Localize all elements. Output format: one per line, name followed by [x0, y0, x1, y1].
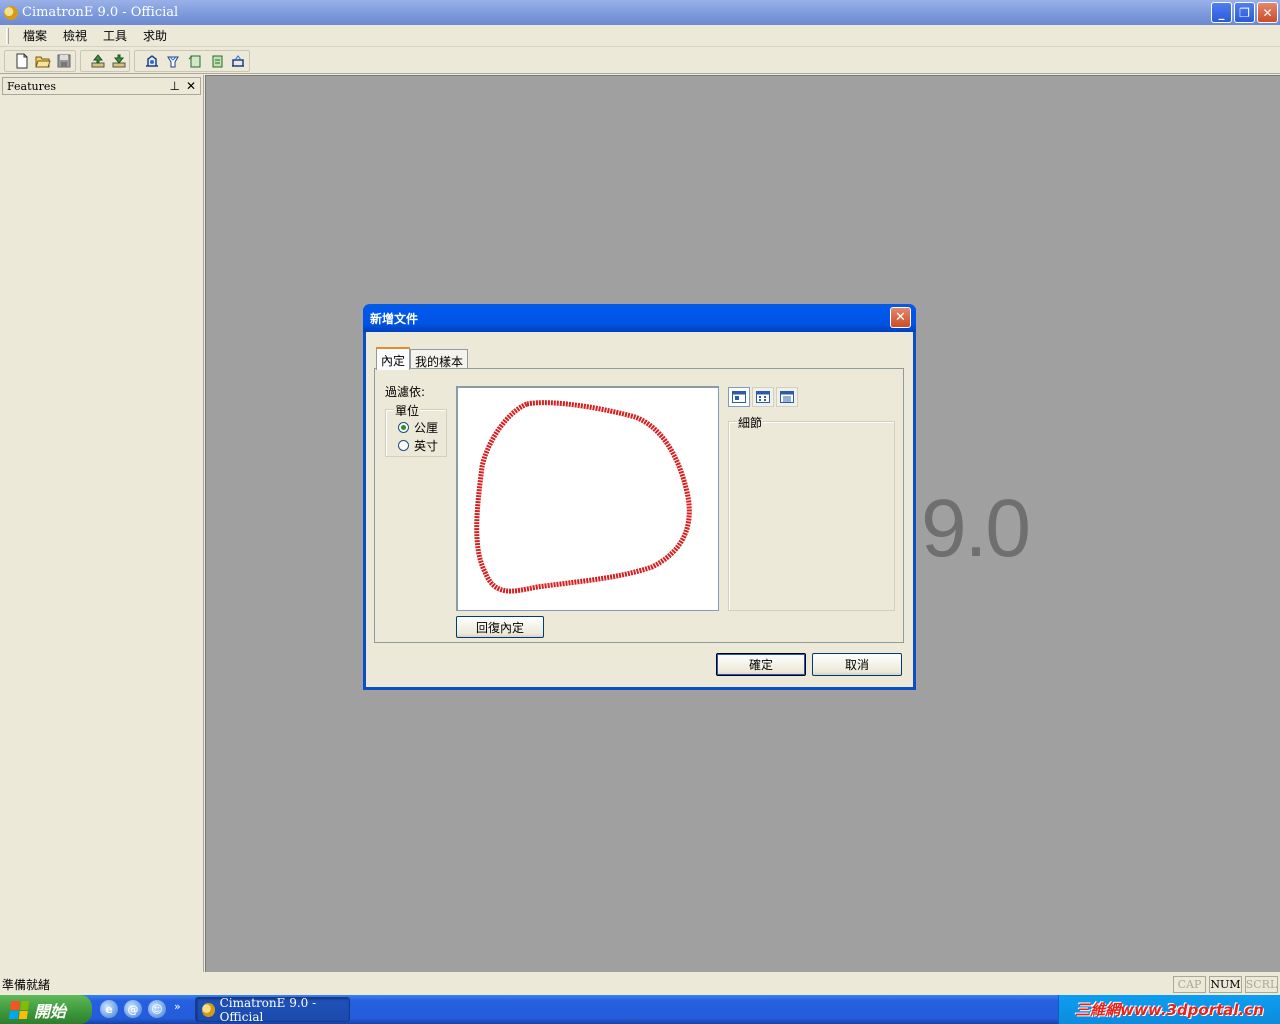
menu-help[interactable]: 求助	[135, 25, 175, 46]
assembly-tool-icon[interactable]	[163, 51, 185, 71]
window-title: CimatronE 9.0 - Official	[22, 5, 179, 20]
units-group: 單位 公厘 英寸	[385, 402, 447, 457]
status-text: 準備就緒	[2, 978, 51, 992]
background-version-logo: 9.0	[921, 483, 1031, 574]
restore-button[interactable]: ❐	[1234, 2, 1255, 23]
filter-label: 過濾依:	[385, 385, 426, 399]
toolbar-file-group	[4, 50, 76, 72]
taskbar: 開始 e @ ☺ » CimatronE 9.0 - Official 三維網w…	[0, 995, 1280, 1024]
part-tool-icon[interactable]	[141, 51, 163, 71]
pin-icon[interactable]: ⊥	[169, 79, 179, 93]
radio-inch[interactable]: 英寸	[398, 437, 438, 454]
save-icon[interactable]	[54, 51, 75, 71]
cimatron-task-icon	[202, 1002, 215, 1017]
taskbar-app-title: CimatronE 9.0 - Official	[219, 995, 317, 1024]
start-label: 開始	[34, 1001, 67, 1021]
details-group: 細節	[728, 414, 895, 611]
large-icons-view-icon[interactable]	[728, 387, 750, 407]
tab-my-templates[interactable]: 我的樣本	[410, 349, 469, 369]
taskbar-app-button[interactable]: CimatronE 9.0 - Official	[195, 995, 350, 1024]
details-view-icon[interactable]	[776, 387, 798, 407]
import-icon[interactable]	[87, 51, 108, 71]
drawing-tool-icon[interactable]	[184, 51, 206, 71]
new-file-icon[interactable]	[11, 51, 32, 71]
status-bar: 準備就緒 CAP NUM SCRL	[0, 974, 1280, 995]
menu-grip	[6, 27, 9, 44]
messenger-icon[interactable]: ☺	[148, 1000, 166, 1018]
open-folder-icon[interactable]	[32, 51, 53, 71]
list-view-icon[interactable]	[752, 387, 774, 407]
menu-file[interactable]: 檔案	[15, 25, 55, 46]
toolbar-tools-group	[134, 50, 250, 72]
cap-indicator: CAP	[1173, 976, 1206, 993]
menu-tools[interactable]: 工具	[95, 25, 135, 46]
template-preview	[456, 386, 719, 611]
dialog-title: 新增文件	[370, 311, 419, 326]
dialog-tabs: 內定 我的樣本	[376, 347, 469, 370]
window-title-bar: CimatronE 9.0 - Official _ ❐ ✕	[0, 0, 1280, 25]
system-tray: 三維網www.3dportal.cn	[1058, 995, 1280, 1024]
menu-view[interactable]: 檢視	[55, 25, 95, 46]
dialog-close-button[interactable]: ✕	[890, 307, 911, 328]
minimize-button[interactable]: _	[1211, 2, 1232, 23]
new-document-dialog: 新增文件 ✕ 內定 我的樣本 過濾依: 單位 公厘 英寸 回復內定 細節 確定 …	[363, 304, 916, 690]
site-watermark: 三維網www.3dportal.cn	[1075, 1001, 1264, 1019]
units-legend: 單位	[394, 402, 421, 419]
internet-explorer-icon[interactable]: e	[100, 1000, 118, 1018]
scrl-indicator: SCRL	[1245, 976, 1278, 993]
tab-panel: 過濾依: 單位 公厘 英寸 回復內定 細節	[374, 368, 904, 643]
menu-bar: 檔案 檢視 工具 求助	[0, 25, 1280, 47]
ok-button[interactable]: 確定	[716, 653, 806, 676]
windows-flag-icon	[8, 1000, 30, 1019]
radio-mm[interactable]: 公厘	[398, 419, 438, 436]
radio-inch-label: 英寸	[414, 439, 439, 453]
close-button[interactable]: ✕	[1257, 2, 1278, 23]
status-indicators: CAP NUM SCRL	[1173, 976, 1278, 993]
view-mode-buttons	[728, 387, 798, 407]
features-title: Features	[7, 79, 57, 93]
mold-tool-icon[interactable]	[227, 51, 249, 71]
radio-mm-button[interactable]	[398, 422, 409, 433]
quick-launch-more-icon[interactable]: »	[174, 1000, 181, 1018]
features-header: Features ⊥ ✕	[2, 77, 201, 95]
outlook-express-icon[interactable]: @	[124, 1000, 142, 1018]
num-indicator: NUM	[1209, 976, 1242, 993]
red-outline-drawing	[474, 400, 692, 594]
export-icon[interactable]	[108, 51, 129, 71]
features-panel: Features ⊥ ✕	[0, 75, 204, 972]
radio-mm-label: 公厘	[414, 421, 439, 435]
tab-default[interactable]: 內定	[376, 347, 411, 370]
details-legend: 細節	[737, 414, 764, 431]
start-button[interactable]: 開始	[0, 995, 92, 1024]
radio-inch-button[interactable]	[398, 440, 409, 451]
toolbar	[0, 48, 1280, 74]
cimatron-logo-icon	[4, 5, 18, 20]
quick-launch: e @ ☺ »	[100, 1000, 181, 1018]
panel-close-icon[interactable]: ✕	[186, 79, 196, 93]
nc-tool-icon[interactable]	[206, 51, 228, 71]
dialog-title-bar: 新增文件	[363, 304, 916, 332]
toolbar-import-group	[80, 50, 130, 72]
cancel-button[interactable]: 取消	[812, 653, 902, 676]
restore-defaults-button[interactable]: 回復內定	[456, 616, 544, 638]
